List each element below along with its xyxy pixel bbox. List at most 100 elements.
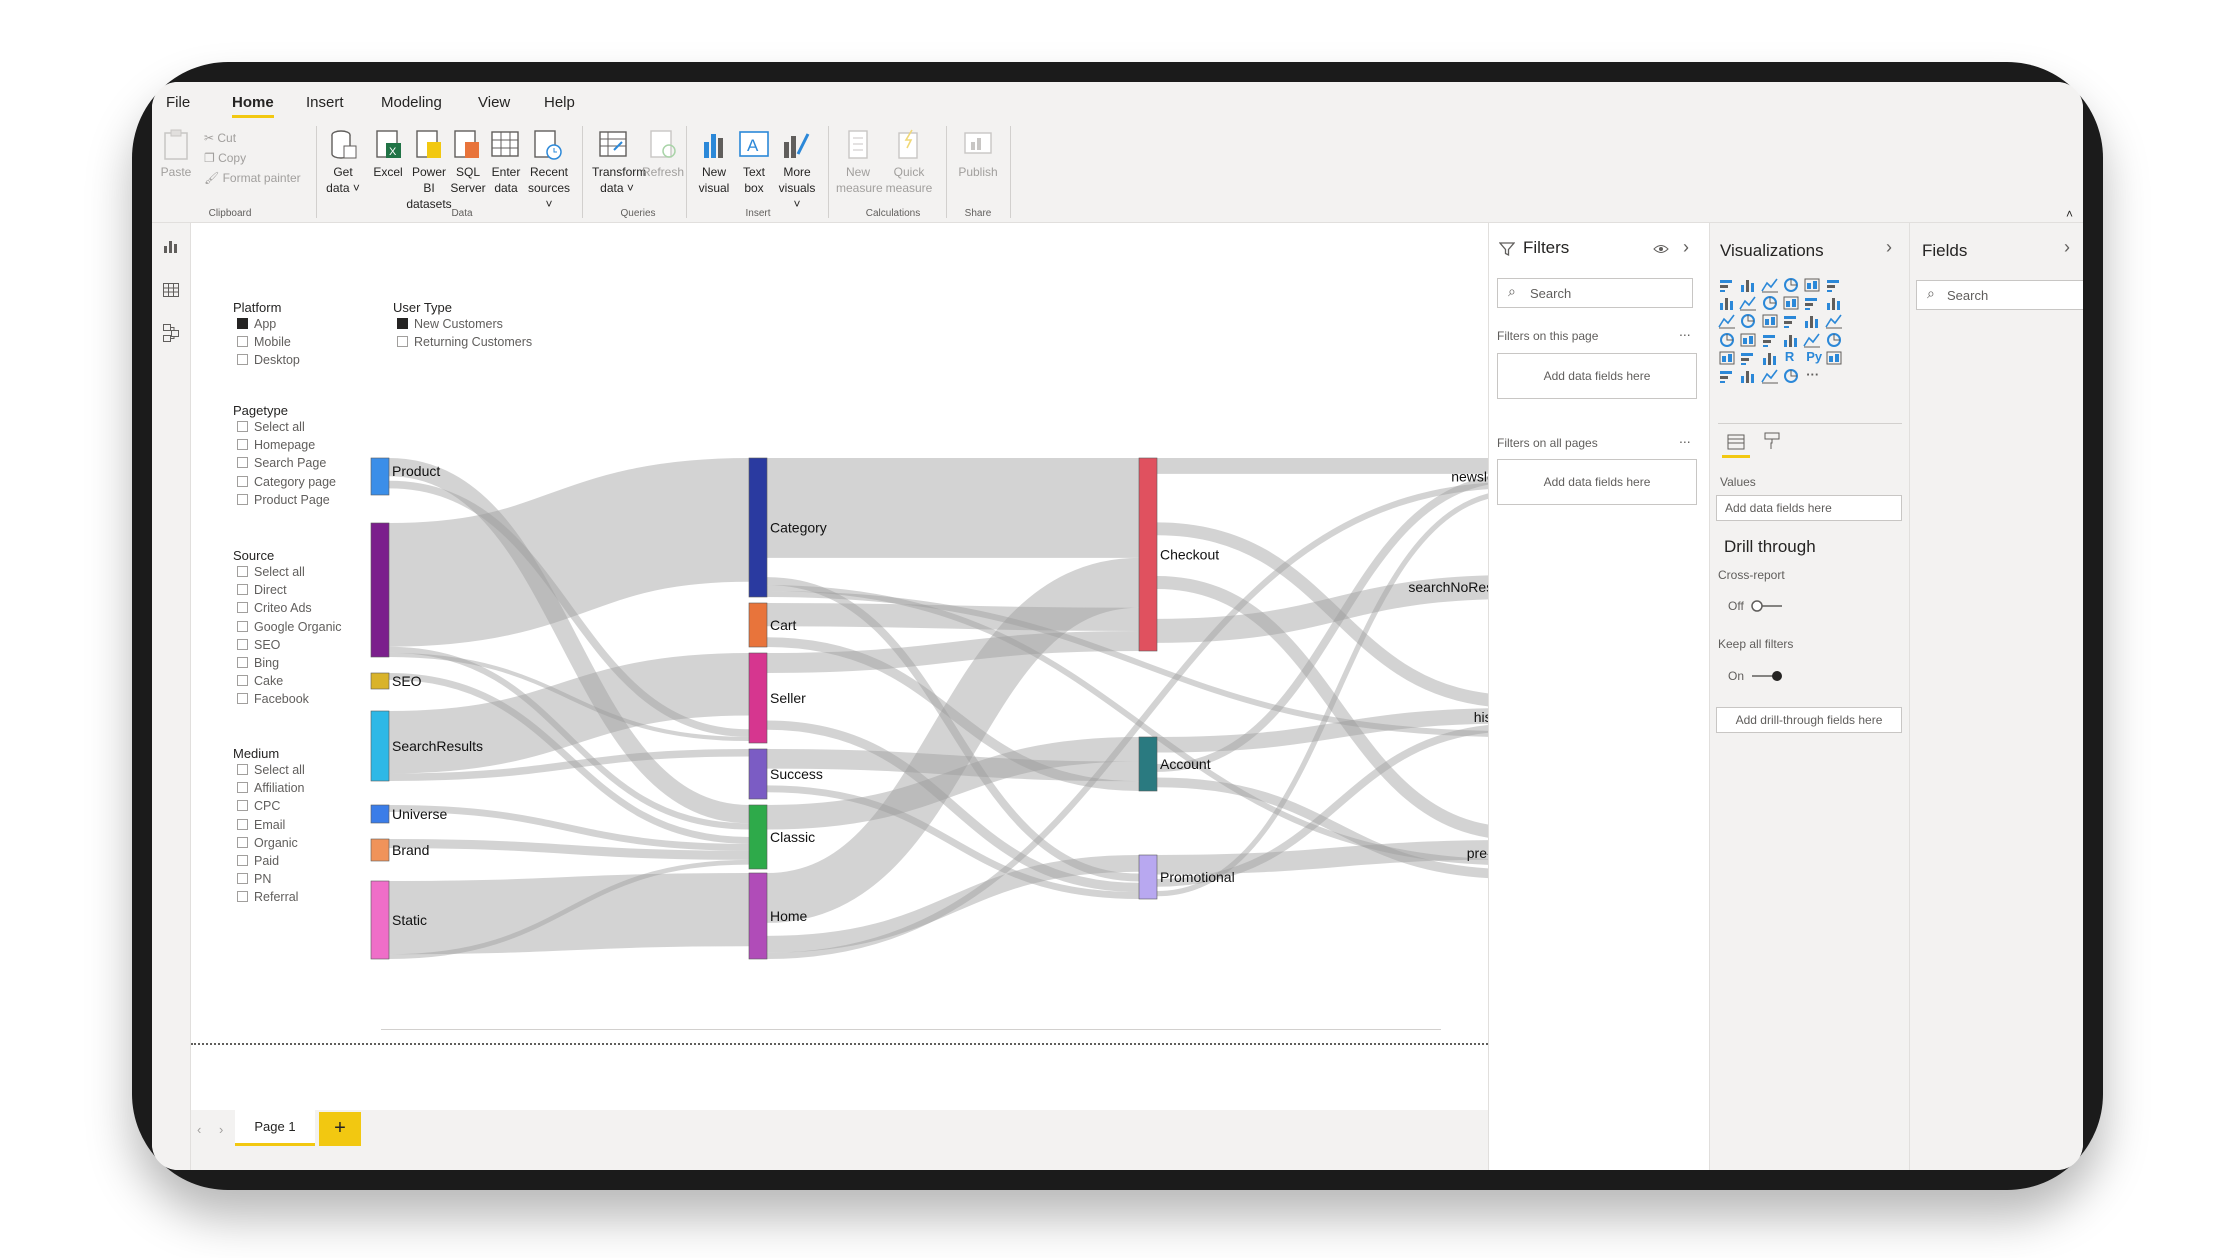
visual-type-icon-4-0[interactable]	[1718, 350, 1738, 368]
menu-modeling[interactable]: Modeling	[381, 94, 442, 111]
sankey-node-promotional[interactable]	[1138, 854, 1158, 900]
visual-type-icon-0-0[interactable]	[1718, 277, 1738, 295]
visual-type-icon-3-0[interactable]	[1718, 332, 1738, 350]
menu-view[interactable]: View	[478, 94, 510, 111]
visual-type-icon-1-0[interactable]	[1718, 295, 1738, 313]
copy-button[interactable]: ❐ Copy	[204, 150, 246, 166]
menu-file[interactable]: File	[166, 94, 190, 111]
visual-type-icon-2-1[interactable]	[1739, 313, 1759, 331]
publish-button[interactable]: Publish	[956, 164, 1000, 180]
sankey-node-seo[interactable]	[370, 672, 390, 690]
sankey-node-universe[interactable]	[370, 804, 390, 824]
visual-type-icon-1-1[interactable]	[1739, 295, 1759, 313]
model-view-icon[interactable]	[162, 323, 180, 343]
filters-page-more-icon[interactable]: ...	[1679, 323, 1691, 339]
format-painter-button[interactable]: 🖌 Format painter	[204, 170, 301, 186]
visual-type-icon-2-0[interactable]	[1718, 313, 1738, 331]
paint-roller-icon[interactable]	[1762, 431, 1782, 451]
visual-type-icon-0-4[interactable]	[1803, 277, 1823, 295]
visual-type-icon-4-2[interactable]	[1761, 350, 1781, 368]
enter-data-button[interactable]: Enter data	[486, 164, 526, 196]
sankey-node-classic[interactable]	[748, 804, 768, 870]
next-page-icon[interactable]: ›	[219, 1122, 223, 1137]
paste-button[interactable]: Paste	[156, 164, 196, 180]
collapse-visualizations-icon[interactable]: ›	[1886, 237, 1892, 258]
visual-type-icon-5-1[interactable]	[1739, 368, 1759, 386]
visual-type-icon-1-2[interactable]	[1761, 295, 1781, 313]
sankey-node-cart[interactable]	[748, 602, 768, 648]
add-page-button[interactable]: +	[319, 1112, 361, 1146]
collapse-filters-icon[interactable]: ›	[1683, 237, 1689, 258]
new-measure-button[interactable]: New measure	[836, 164, 883, 196]
filters-all-drop-zone[interactable]: Add data fields here	[1497, 459, 1697, 505]
prev-page-icon[interactable]: ‹	[197, 1122, 201, 1137]
sankey-link-purple-category[interactable]	[388, 458, 750, 647]
transform-data-button[interactable]: Transform data ˅	[592, 164, 646, 196]
sankey-node-searchresults[interactable]	[370, 710, 390, 782]
menu-insert[interactable]: Insert	[306, 94, 344, 111]
more-visuals-icon[interactable]: ···	[1806, 367, 1819, 382]
more-visuals-button[interactable]: More visuals ˅	[774, 164, 820, 212]
menu-help[interactable]: Help	[544, 94, 575, 111]
new-visual-button[interactable]: New visual	[694, 164, 734, 196]
powerbi-datasets-button[interactable]: Power BI datasets	[406, 164, 452, 212]
sankey-node-checkout[interactable]	[1138, 457, 1158, 652]
visual-type-icon-4-5[interactable]	[1825, 350, 1845, 368]
get-data-button[interactable]: Get data ˅	[322, 164, 364, 196]
visual-type-icon-5-0[interactable]	[1718, 368, 1738, 386]
visual-type-icon-4-1[interactable]	[1739, 350, 1759, 368]
sankey-node-brand[interactable]	[370, 838, 390, 862]
sankey-node-account[interactable]	[1138, 736, 1158, 792]
filters-search-input[interactable]: ⌕ Search	[1497, 278, 1693, 308]
report-view-icon[interactable]	[162, 237, 180, 255]
visual-type-icon-5-3[interactable]	[1782, 368, 1802, 386]
visual-type-icon-3-5[interactable]	[1825, 332, 1845, 350]
text-box-button[interactable]: Text box	[734, 164, 774, 196]
visual-type-icon-0-1[interactable]	[1739, 277, 1759, 295]
visual-type-icon-0-2[interactable]	[1760, 277, 1781, 295]
sankey-node-static[interactable]	[370, 880, 390, 960]
visual-type-icon-1-5[interactable]	[1825, 295, 1845, 313]
visual-type-icon-2-4[interactable]	[1803, 313, 1823, 331]
visual-type-icon-5-2[interactable]	[1760, 368, 1781, 386]
visual-type-icon-2-5[interactable]	[1824, 313, 1845, 331]
visual-type-icon-0-3[interactable]	[1782, 277, 1802, 295]
filters-page-drop-zone[interactable]: Add data fields here	[1497, 353, 1697, 399]
sankey-node-category[interactable]	[748, 457, 768, 598]
collapse-fields-icon[interactable]: ›	[2064, 237, 2070, 258]
quick-measure-button[interactable]: Quick measure	[884, 164, 934, 196]
refresh-button[interactable]: Refresh	[642, 164, 684, 180]
sankey-node-seller[interactable]	[748, 652, 768, 744]
data-view-icon[interactable]	[162, 281, 180, 299]
page-tab-1[interactable]: Page 1	[235, 1110, 315, 1146]
visual-type-icon-1-4[interactable]	[1803, 295, 1823, 313]
fields-well-icon[interactable]	[1726, 433, 1746, 451]
cut-button[interactable]: ✂ Cut	[204, 130, 236, 146]
sankey-chart[interactable]: Product SEO SearchResults Universe Brand Stat…	[191, 223, 1488, 1110]
fields-search-input[interactable]: ⌕ Search	[1916, 280, 2083, 310]
sankey-node-home[interactable]	[748, 872, 768, 960]
visual-type-icon-3-3[interactable]	[1782, 332, 1802, 350]
recent-sources-button[interactable]: Recent sources ˅	[526, 164, 572, 212]
sankey-node-success[interactable]	[748, 748, 768, 800]
visual-type-icon-0-5[interactable]	[1825, 277, 1845, 295]
sql-server-button[interactable]: SQL Server	[448, 164, 488, 196]
drill-through-drop-zone[interactable]: Add drill-through fields here	[1716, 707, 1902, 733]
python-visual-icon[interactable]: Py	[1806, 349, 1822, 364]
visual-type-icon-3-1[interactable]	[1739, 332, 1759, 350]
sankey-link-searchresults-seller[interactable]	[388, 653, 750, 774]
visual-type-icon-3-2[interactable]	[1761, 332, 1781, 350]
values-drop-zone[interactable]: Add data fields here	[1716, 495, 1902, 521]
visual-type-icon-2-3[interactable]	[1782, 313, 1802, 331]
excel-button[interactable]: Excel	[368, 164, 408, 180]
eye-icon[interactable]	[1653, 243, 1669, 255]
sankey-node-purple[interactable]	[370, 522, 390, 658]
visual-type-icon-2-2[interactable]	[1761, 313, 1781, 331]
menu-home[interactable]: Home	[232, 94, 274, 111]
sankey-node-product[interactable]	[370, 457, 390, 496]
visual-type-icon-1-3[interactable]	[1782, 295, 1802, 313]
r-visual-icon[interactable]: R	[1785, 349, 1794, 364]
filters-all-more-icon[interactable]: ...	[1679, 430, 1691, 446]
collapse-ribbon-icon[interactable]: ˄	[2066, 206, 2073, 222]
visual-type-icon-3-4[interactable]	[1803, 332, 1823, 350]
